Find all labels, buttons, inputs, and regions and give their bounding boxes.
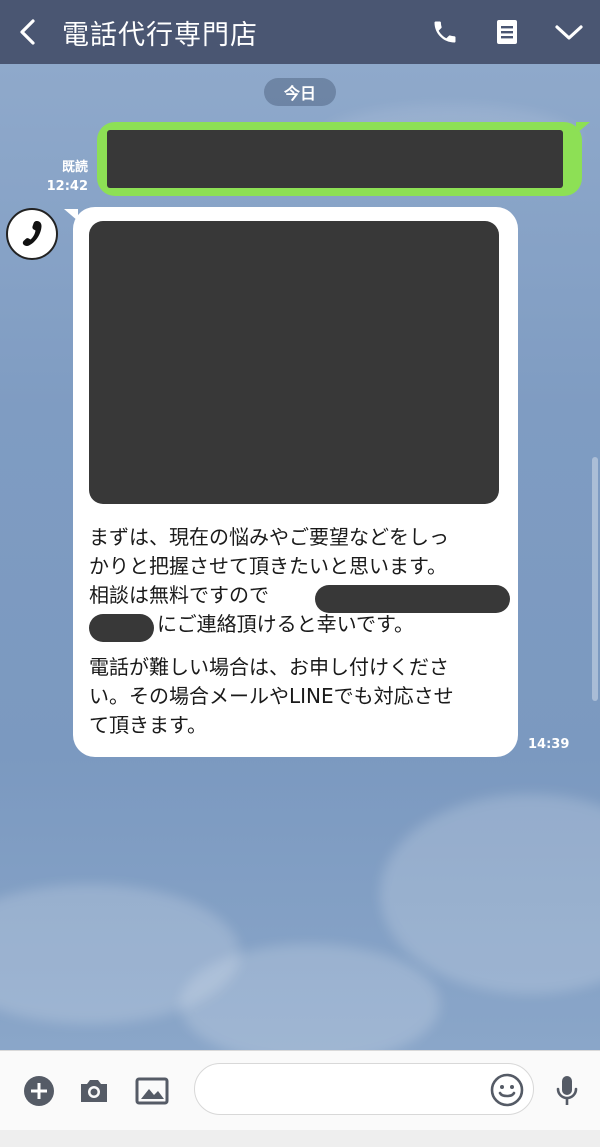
chat-title: 電話代行専門店 bbox=[62, 19, 258, 51]
received-time: 14:39 bbox=[528, 737, 570, 752]
avatar[interactable] bbox=[6, 208, 58, 260]
camera-button[interactable] bbox=[76, 1073, 112, 1109]
text-line: い。その場合メールやLINEでも対応させ bbox=[89, 684, 454, 708]
notes-icon bbox=[497, 20, 517, 44]
chevron-down-icon bbox=[555, 25, 583, 40]
voice-button[interactable] bbox=[549, 1073, 585, 1109]
sent-meta: 既読 12:42 bbox=[47, 158, 88, 196]
notes-button[interactable] bbox=[476, 0, 538, 64]
redacted-image bbox=[89, 221, 499, 504]
add-button[interactable] bbox=[21, 1073, 57, 1109]
sent-message-bubble[interactable] bbox=[97, 122, 590, 196]
sent-time: 12:42 bbox=[46, 179, 88, 194]
smiley-icon bbox=[490, 1073, 524, 1107]
chat-area[interactable]: 今日 既読 12:42 まずは、現在の悩みやご要望などをしっ かりと把握させて頂… bbox=[0, 64, 600, 1050]
text-line: まずは、現在の悩みやご要望などをしっ bbox=[89, 525, 449, 549]
cloud bbox=[180, 944, 440, 1050]
call-button[interactable] bbox=[414, 0, 476, 64]
microphone-icon bbox=[556, 1076, 578, 1105]
text-line: 電話が難しい場合は、お申し付けくださ bbox=[89, 655, 449, 679]
plus-circle-icon bbox=[24, 1076, 54, 1106]
received-message-bubble[interactable]: まずは、現在の悩みやご要望などをしっ かりと把握させて頂きたいと思います。 相談… bbox=[64, 207, 518, 757]
chevron-left-icon bbox=[20, 19, 35, 45]
image-button[interactable] bbox=[134, 1073, 170, 1109]
chat-header: 電話代行専門店 bbox=[0, 0, 600, 64]
text-line: かりと把握させて頂きたいと思います。 bbox=[89, 554, 447, 578]
read-receipt: 既読 bbox=[61, 160, 88, 175]
redacted-text bbox=[89, 614, 154, 642]
system-nav-bar bbox=[0, 1130, 600, 1147]
redacted-text bbox=[107, 130, 563, 188]
phone-icon bbox=[434, 21, 456, 43]
phone-handset-icon bbox=[22, 221, 42, 247]
emoji-button[interactable] bbox=[489, 1072, 525, 1108]
paragraph-2: 電話が難しい場合は、お申し付けくださ い。その場合メールやLINEでも対応させ … bbox=[89, 653, 509, 740]
input-bar bbox=[0, 1050, 600, 1130]
back-button[interactable] bbox=[0, 0, 56, 64]
image-icon bbox=[135, 1077, 169, 1105]
message-input[interactable] bbox=[194, 1063, 534, 1115]
text-line: て頂きます。 bbox=[89, 713, 207, 737]
cloud bbox=[380, 794, 600, 994]
paragraph-1: まずは、現在の悩みやご要望などをしっ かりと把握させて頂きたいと思います。 相談… bbox=[89, 523, 510, 642]
menu-toggle-button[interactable] bbox=[538, 0, 600, 64]
date-separator: 今日 bbox=[264, 78, 336, 106]
scrollbar[interactable] bbox=[592, 457, 598, 701]
redacted-text bbox=[315, 585, 510, 613]
camera-icon bbox=[81, 1080, 107, 1102]
